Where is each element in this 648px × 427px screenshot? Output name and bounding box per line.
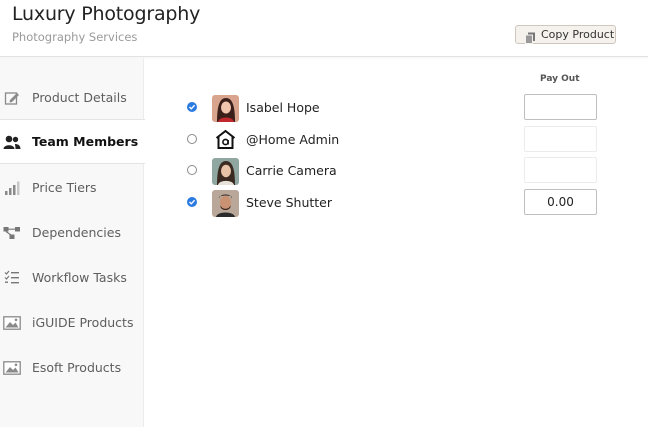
sidebar-item-workflow-tasks[interactable]: Workflow Tasks — [0, 255, 144, 300]
avatar — [212, 190, 239, 217]
sidebar-item-label: Workflow Tasks — [32, 270, 127, 285]
member-checkbox[interactable] — [187, 197, 197, 207]
copy-product-button[interactable]: Copy Product — [515, 25, 616, 44]
sidebar-item-iguide-products[interactable]: iGUIDE Products — [0, 300, 144, 345]
sidebar-item-label: Dependencies — [32, 225, 121, 240]
team-member-row: Carrie Camera — [0, 157, 648, 185]
team-member-row: @Home Admin — [0, 126, 648, 154]
page-subtitle: Photography Services — [12, 30, 138, 44]
member-name: Steve Shutter — [246, 195, 332, 210]
image-icon — [3, 314, 21, 332]
member-checkbox[interactable] — [187, 165, 197, 175]
member-checkbox[interactable] — [187, 134, 197, 144]
team-member-row: Isabel Hope — [0, 94, 648, 122]
payout-input — [524, 157, 597, 183]
sidebar-item-label: Esoft Products — [32, 360, 122, 375]
copy-product-label: Copy Product — [541, 28, 615, 41]
member-name: @Home Admin — [246, 132, 340, 147]
member-name: Carrie Camera — [246, 163, 337, 178]
copy-icon — [525, 29, 536, 44]
payout-input[interactable] — [524, 94, 597, 120]
home-logo-icon — [212, 127, 239, 154]
member-name: Isabel Hope — [246, 100, 320, 115]
sidebar-item-esoft-products[interactable]: Esoft Products — [0, 345, 144, 390]
page-header: Luxury Photography Photography Services … — [0, 0, 648, 57]
checklist-icon — [3, 269, 21, 287]
page-title: Luxury Photography — [12, 3, 201, 25]
sidebar-item-label: iGUIDE Products — [32, 315, 134, 330]
team-member-row: Steve Shutter — [0, 189, 648, 217]
payout-column-header: Pay Out — [540, 74, 580, 84]
image-icon — [3, 359, 21, 377]
avatar — [212, 158, 239, 185]
payout-input[interactable] — [524, 189, 597, 215]
flow-icon — [3, 224, 21, 242]
member-checkbox[interactable] — [187, 102, 197, 112]
payout-input — [524, 126, 597, 152]
avatar — [212, 95, 239, 122]
